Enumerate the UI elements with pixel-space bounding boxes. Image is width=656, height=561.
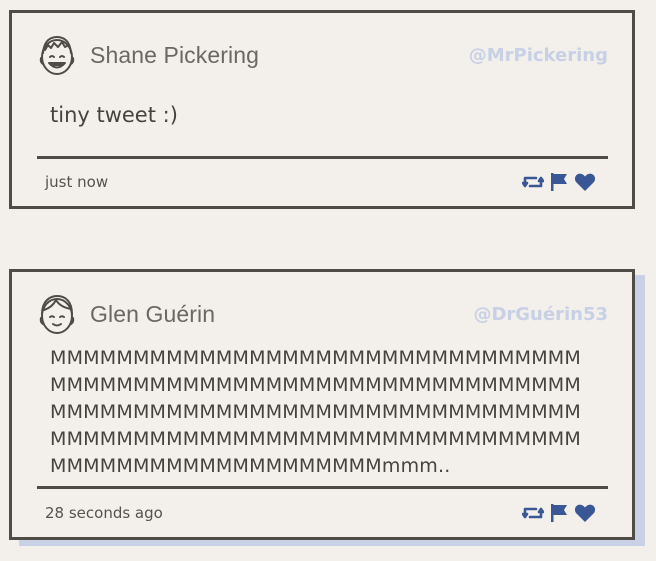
divider bbox=[37, 486, 608, 489]
tweet-header: Glen Guérin @DrGuérin53 bbox=[38, 292, 608, 336]
divider bbox=[37, 156, 608, 159]
author-handle[interactable]: @DrGuérin53 bbox=[473, 304, 608, 325]
tweet-header: Shane Pickering @MrPickering bbox=[38, 33, 608, 77]
author-name[interactable]: Glen Guérin bbox=[90, 301, 215, 328]
tweet-card: Shane Pickering @MrPickering tiny tweet … bbox=[9, 10, 635, 209]
author-name[interactable]: Shane Pickering bbox=[90, 42, 259, 69]
timestamp: just now bbox=[45, 173, 109, 191]
retweet-icon[interactable] bbox=[522, 171, 544, 193]
face-avatar-icon[interactable] bbox=[38, 292, 76, 336]
timestamp: 28 seconds ago bbox=[45, 504, 163, 522]
tweet-actions bbox=[522, 502, 596, 524]
flag-icon[interactable] bbox=[548, 502, 570, 524]
tweet-card: Glen Guérin @DrGuérin53 MMMMMMMMMMMMMMMM… bbox=[9, 269, 635, 540]
heart-icon[interactable] bbox=[574, 502, 596, 524]
tweet-content: tiny tweet :) bbox=[50, 103, 178, 127]
author-handle[interactable]: @MrPickering bbox=[469, 45, 608, 66]
heart-icon[interactable] bbox=[574, 171, 596, 193]
flag-icon[interactable] bbox=[548, 171, 570, 193]
tweet-content: MMMMMMMMMMMMMMMMMMMMMMMMMMMMMMMMMMMMMMMM… bbox=[50, 347, 581, 477]
retweet-icon[interactable] bbox=[522, 502, 544, 524]
tweet-actions bbox=[522, 171, 596, 193]
smiling-face-avatar-icon[interactable] bbox=[38, 33, 76, 77]
